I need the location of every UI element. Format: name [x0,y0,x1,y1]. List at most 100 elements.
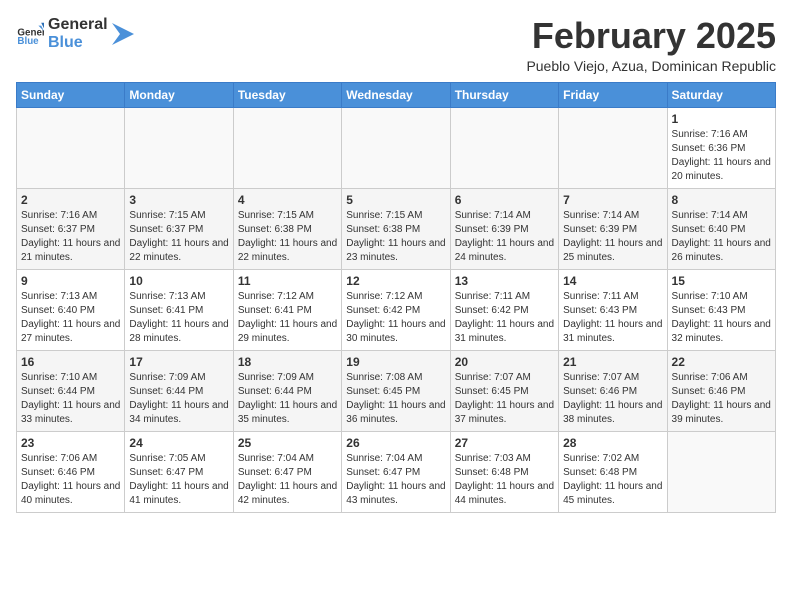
logo: General Blue General Blue [16,16,134,51]
calendar-cell: 10Sunrise: 7:13 AM Sunset: 6:41 PM Dayli… [125,269,233,350]
day-number: 28 [563,436,662,450]
day-info: Sunrise: 7:16 AM Sunset: 6:37 PM Dayligh… [21,209,120,265]
weekday-header-friday: Friday [559,82,667,107]
day-info: Sunrise: 7:07 AM Sunset: 6:45 PM Dayligh… [455,371,554,427]
calendar-cell: 2 Sunrise: 7:16 AM Sunset: 6:37 PM Daylig… [17,188,125,269]
calendar-header-row: SundayMondayTuesdayWednesdayThursdayFrid… [17,82,776,107]
day-info: Sunrise: 7:12 AM Sunset: 6:42 PM Dayligh… [346,290,445,346]
day-info: Sunrise: 7:09 AM Sunset: 6:44 PM Dayligh… [238,371,337,427]
weekday-header-wednesday: Wednesday [342,82,450,107]
calendar-week-row: 16 Sunrise: 7:10 AM Sunset: 6:44 PM Dayli… [17,350,776,431]
calendar-cell: 21 Sunrise: 7:07 AM Sunset: 6:46 PM Dayli… [559,350,667,431]
logo-arrow-icon [112,23,134,45]
day-number: 27 [455,436,554,450]
calendar-cell: 17Sunrise: 7:09 AM Sunset: 6:44 PM Dayli… [125,350,233,431]
day-number: 14 [563,274,662,288]
calendar-cell: 27 Sunrise: 7:03 AM Sunset: 6:48 PM Dayli… [450,431,558,512]
day-info: Sunrise: 7:11 AM Sunset: 6:42 PM Dayligh… [455,290,554,346]
day-info: Sunrise: 7:08 AM Sunset: 6:45 PM Dayligh… [346,371,445,427]
calendar-cell: 5 Sunrise: 7:15 AM Sunset: 6:38 PM Daylig… [342,188,450,269]
calendar-cell: 13 Sunrise: 7:11 AM Sunset: 6:42 PM Dayli… [450,269,558,350]
day-number: 22 [672,355,771,369]
day-info: Sunrise: 7:14 AM Sunset: 6:40 PM Dayligh… [672,209,771,265]
calendar-cell [450,107,558,188]
weekday-header-saturday: Saturday [667,82,775,107]
day-info: Sunrise: 7:02 AM Sunset: 6:48 PM Dayligh… [563,452,662,508]
day-info: Sunrise: 7:15 AM Sunset: 6:38 PM Dayligh… [238,209,337,265]
day-number: 26 [346,436,445,450]
calendar-table: SundayMondayTuesdayWednesdayThursdayFrid… [16,82,776,513]
day-number: 2 [21,193,120,207]
location-title: Pueblo Viejo, Azua, Dominican Republic [526,58,776,74]
day-number: 9 [21,274,120,288]
calendar-cell: 4 Sunrise: 7:15 AM Sunset: 6:38 PM Daylig… [233,188,341,269]
day-info: Sunrise: 7:05 AM Sunset: 6:47 PM Dayligh… [129,452,228,508]
day-info: Sunrise: 7:06 AM Sunset: 6:46 PM Dayligh… [21,452,120,508]
calendar-cell: 22Sunrise: 7:06 AM Sunset: 6:46 PM Dayli… [667,350,775,431]
calendar-cell: 18Sunrise: 7:09 AM Sunset: 6:44 PM Dayli… [233,350,341,431]
day-info: Sunrise: 7:04 AM Sunset: 6:47 PM Dayligh… [238,452,337,508]
day-info: Sunrise: 7:10 AM Sunset: 6:44 PM Dayligh… [21,371,120,427]
day-number: 12 [346,274,445,288]
day-number: 4 [238,193,337,207]
calendar-week-row: 1 Sunrise: 7:16 AM Sunset: 6:36 PM Daylig… [17,107,776,188]
day-info: Sunrise: 7:03 AM Sunset: 6:48 PM Dayligh… [455,452,554,508]
weekday-header-tuesday: Tuesday [233,82,341,107]
day-number: 13 [455,274,554,288]
calendar-cell: 24 Sunrise: 7:05 AM Sunset: 6:47 PM Dayli… [125,431,233,512]
day-number: 3 [129,193,228,207]
calendar-cell: 23 Sunrise: 7:06 AM Sunset: 6:46 PM Dayli… [17,431,125,512]
day-number: 21 [563,355,662,369]
day-info: Sunrise: 7:11 AM Sunset: 6:43 PM Dayligh… [563,290,662,346]
calendar-cell: 9 Sunrise: 7:13 AM Sunset: 6:40 PM Daylig… [17,269,125,350]
month-title: February 2025 [526,16,776,56]
calendar-cell: 14 Sunrise: 7:11 AM Sunset: 6:43 PM Dayli… [559,269,667,350]
calendar-cell: 3 Sunrise: 7:15 AM Sunset: 6:37 PM Daylig… [125,188,233,269]
day-info: Sunrise: 7:15 AM Sunset: 6:37 PM Dayligh… [129,209,228,265]
day-number: 10 [129,274,228,288]
calendar-cell [342,107,450,188]
calendar-cell: 15Sunrise: 7:10 AM Sunset: 6:43 PM Dayli… [667,269,775,350]
day-info: Sunrise: 7:14 AM Sunset: 6:39 PM Dayligh… [455,209,554,265]
calendar-cell [17,107,125,188]
calendar-cell: 25 Sunrise: 7:04 AM Sunset: 6:47 PM Dayli… [233,431,341,512]
calendar-week-row: 9 Sunrise: 7:13 AM Sunset: 6:40 PM Daylig… [17,269,776,350]
day-number: 20 [455,355,554,369]
svg-text:Blue: Blue [17,35,39,46]
day-number: 15 [672,274,771,288]
day-number: 16 [21,355,120,369]
day-info: Sunrise: 7:13 AM Sunset: 6:40 PM Dayligh… [21,290,120,346]
calendar-cell: 1 Sunrise: 7:16 AM Sunset: 6:36 PM Daylig… [667,107,775,188]
day-number: 7 [563,193,662,207]
day-number: 24 [129,436,228,450]
calendar-cell [559,107,667,188]
logo-blue-text: Blue [48,34,108,52]
day-number: 5 [346,193,445,207]
logo-general-text: General [48,16,108,34]
calendar-week-row: 23 Sunrise: 7:06 AM Sunset: 6:46 PM Dayli… [17,431,776,512]
calendar-cell: 20 Sunrise: 7:07 AM Sunset: 6:45 PM Dayli… [450,350,558,431]
calendar-week-row: 2 Sunrise: 7:16 AM Sunset: 6:37 PM Daylig… [17,188,776,269]
calendar-cell: 28 Sunrise: 7:02 AM Sunset: 6:48 PM Dayli… [559,431,667,512]
day-number: 19 [346,355,445,369]
day-info: Sunrise: 7:09 AM Sunset: 6:44 PM Dayligh… [129,371,228,427]
calendar-cell: 8 Sunrise: 7:14 AM Sunset: 6:40 PM Daylig… [667,188,775,269]
day-number: 11 [238,274,337,288]
day-info: Sunrise: 7:12 AM Sunset: 6:41 PM Dayligh… [238,290,337,346]
day-info: Sunrise: 7:14 AM Sunset: 6:39 PM Dayligh… [563,209,662,265]
calendar-cell: 16 Sunrise: 7:10 AM Sunset: 6:44 PM Dayli… [17,350,125,431]
day-number: 1 [672,112,771,126]
day-info: Sunrise: 7:16 AM Sunset: 6:36 PM Dayligh… [672,128,771,184]
day-info: Sunrise: 7:07 AM Sunset: 6:46 PM Dayligh… [563,371,662,427]
calendar-cell: 7 Sunrise: 7:14 AM Sunset: 6:39 PM Daylig… [559,188,667,269]
day-number: 23 [21,436,120,450]
weekday-header-sunday: Sunday [17,82,125,107]
page-header: General Blue General Blue February 2025 … [16,16,776,74]
calendar-cell [125,107,233,188]
day-number: 25 [238,436,337,450]
calendar-cell: 11 Sunrise: 7:12 AM Sunset: 6:41 PM Dayli… [233,269,341,350]
day-info: Sunrise: 7:15 AM Sunset: 6:38 PM Dayligh… [346,209,445,265]
day-number: 8 [672,193,771,207]
calendar-cell: 12 Sunrise: 7:12 AM Sunset: 6:42 PM Dayli… [342,269,450,350]
weekday-header-thursday: Thursday [450,82,558,107]
